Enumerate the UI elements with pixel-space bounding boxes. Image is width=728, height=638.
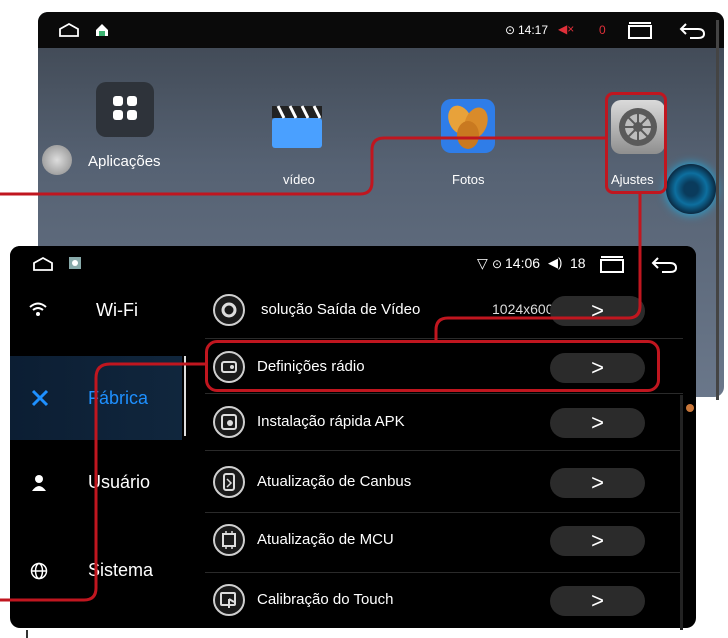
row-mcu-update[interactable]: Atualização de MCU > xyxy=(205,516,657,566)
row-label-touch: Calibração do Touch xyxy=(257,591,394,608)
sidebar-label-usuario: Usuário xyxy=(88,472,151,492)
app-label-video: vídeo xyxy=(283,172,315,187)
row-label-mcu: Atualização de MCU xyxy=(257,531,394,548)
home-mute-icon: ◀× xyxy=(558,22,575,36)
home-red-count: 0 xyxy=(599,23,606,37)
sidebar-label-wifi: Wi-Fi xyxy=(96,300,138,320)
settings-clock: 14:06 xyxy=(505,255,541,271)
mcu-chip-icon xyxy=(213,524,245,556)
row-chevron-button[interactable]: > xyxy=(550,296,645,326)
volume-level: 18 xyxy=(570,255,586,271)
recent-apps-icon[interactable] xyxy=(600,255,626,278)
sidebar-label-fabrica: Fábrica xyxy=(88,388,149,408)
chevron-right-icon: > xyxy=(591,410,604,435)
row-chevron-button[interactable]: > xyxy=(550,468,645,498)
chevron-right-icon: > xyxy=(591,298,604,323)
house-app-icon xyxy=(94,22,110,43)
back-arrow-icon[interactable] xyxy=(678,21,706,44)
sidebar-item-fabrica[interactable]: Fábrica xyxy=(10,356,182,440)
app-aplicacoes[interactable] xyxy=(96,82,156,142)
floating-assistant-icon[interactable] xyxy=(666,164,716,214)
sidebar-item-wifi[interactable]: Wi-Fi xyxy=(10,272,182,352)
photos-icon xyxy=(441,99,495,153)
back-frame-edge xyxy=(716,20,719,400)
user-icon xyxy=(30,474,48,497)
row-label-apk: Instalação rápida APK xyxy=(257,413,405,430)
row-divider xyxy=(205,572,683,573)
round-toggle-icon[interactable] xyxy=(42,145,72,175)
clapperboard-icon xyxy=(272,105,322,148)
row-chevron-button[interactable]: > xyxy=(550,586,645,616)
row-divider xyxy=(205,338,683,339)
wifi-signal-icon: ▽ xyxy=(477,255,488,271)
location-icon: ⊙ xyxy=(492,257,503,271)
back-arrow-icon[interactable] xyxy=(650,255,678,278)
sidebar-label-sistema: Sistema xyxy=(88,560,154,580)
volume-icon: ◀) xyxy=(548,255,563,270)
home-location-icon: ⊙ xyxy=(505,23,516,37)
settings-screen: ▽ ⊙ 14:06 ◀) 18 Wi-Fi Fábrica Usuário Si… xyxy=(10,246,696,628)
row-apk-install[interactable]: Instalação rápida APK > xyxy=(205,398,657,448)
home-button-icon[interactable] xyxy=(58,22,80,43)
front-frame-edge xyxy=(680,395,683,630)
row-chevron-button[interactable]: > xyxy=(550,408,645,438)
row-divider xyxy=(205,512,683,513)
highlight-radio-row xyxy=(205,340,660,392)
app-label-fotos: Fotos xyxy=(452,172,485,187)
row-value-resolution: 1024x600 xyxy=(492,301,554,317)
row-divider xyxy=(205,393,683,394)
sidebar-item-usuario[interactable]: Usuário xyxy=(10,442,182,522)
globe-icon xyxy=(30,562,48,585)
row-chevron-button[interactable]: > xyxy=(550,526,645,556)
app-fotos[interactable] xyxy=(441,99,495,153)
recent-apps-icon[interactable] xyxy=(628,21,654,44)
row-video-output[interactable]: solução Saída de Vídeo 1024x600 > xyxy=(205,286,657,336)
home-status-bar: ⊙ 14:17 ◀× 0 xyxy=(38,12,724,48)
home-clock: 14:17 xyxy=(518,23,549,37)
grid-icon xyxy=(96,82,154,137)
row-label-video-output: solução Saída de Vídeo xyxy=(261,301,421,318)
chevron-right-icon: > xyxy=(591,588,604,613)
app-label-aplicacoes: Aplicações xyxy=(88,153,161,170)
front-frame-edge xyxy=(26,630,28,638)
apk-install-icon xyxy=(213,406,245,438)
row-label-canbus: Atualização de Canbus xyxy=(257,473,412,490)
sidebar-divider xyxy=(184,356,186,436)
chevron-right-icon: > xyxy=(591,528,604,553)
decorative-dot xyxy=(686,404,694,412)
touch-hand-icon xyxy=(213,584,245,616)
app-video[interactable] xyxy=(270,100,324,150)
sidebar-item-sistema[interactable]: Sistema xyxy=(10,530,182,610)
row-touch-calibration[interactable]: Calibração do Touch > xyxy=(205,576,657,626)
wifi-icon xyxy=(28,300,48,323)
chevron-right-icon: > xyxy=(591,470,604,495)
row-canbus-update[interactable]: Atualização de Canbus > xyxy=(205,458,657,508)
tools-icon xyxy=(30,388,50,413)
highlight-ajustes xyxy=(605,92,667,194)
gear-icon xyxy=(213,294,245,326)
row-divider xyxy=(205,450,683,451)
canbus-icon xyxy=(213,466,245,498)
